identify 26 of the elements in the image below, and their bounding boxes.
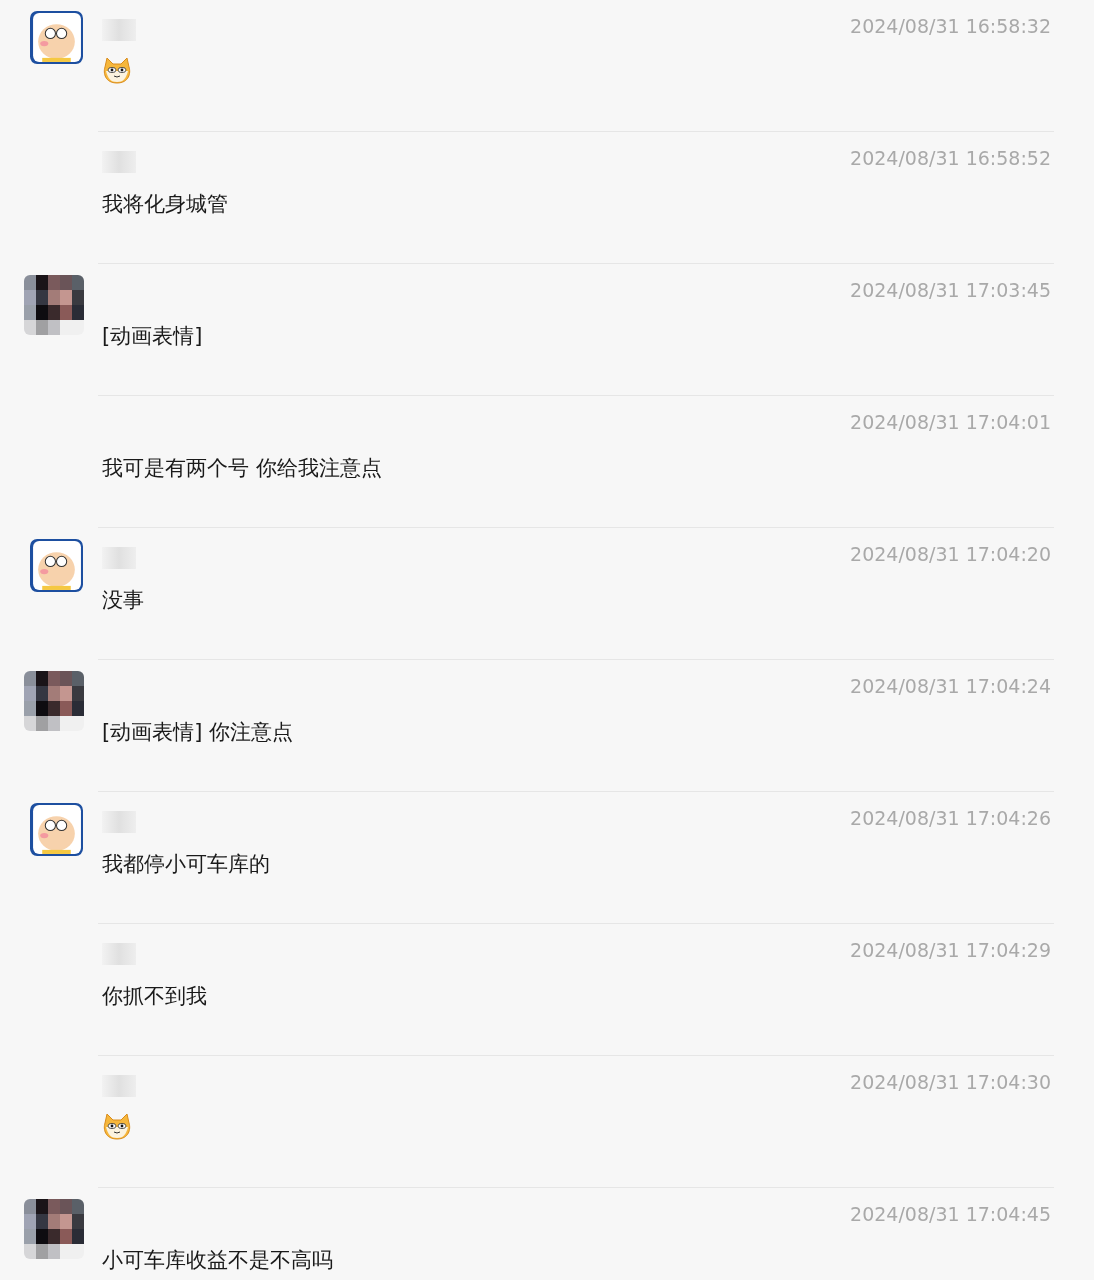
message-text: [动画表情]: [102, 324, 203, 348]
message-time: 2024/08/31 17:04:26: [850, 806, 1051, 831]
avatar-image[interactable]: [30, 803, 83, 856]
message-text: 我将化身城管: [102, 192, 228, 216]
message-text: 我可是有两个号 你给我注意点: [102, 456, 382, 480]
avatar-image[interactable]: [30, 539, 83, 592]
message-time: 2024/08/31 17:04:45: [850, 1202, 1051, 1227]
message-time: 2024/08/31 16:58:32: [850, 14, 1051, 39]
message-text: 小可车库收益不是不高吗: [102, 1248, 333, 1272]
message-time: 2024/08/31 17:04:20: [850, 542, 1051, 567]
message-text: [动画表情] 你注意点: [102, 720, 294, 744]
avatar-image[interactable]: [30, 11, 83, 64]
message-time: 2024/08/31 17:04:29: [850, 938, 1051, 963]
message-text: 我都停小可车库的: [102, 852, 270, 876]
cat-sticker-icon: [102, 57, 132, 85]
message-time: 2024/08/31 16:58:52: [850, 146, 1051, 171]
cat-sticker-icon: [102, 1113, 132, 1141]
pixelated-avatar[interactable]: [24, 275, 84, 335]
message-text: 你抓不到我: [102, 984, 207, 1008]
pixelated-avatar[interactable]: [24, 1199, 84, 1259]
message-time: 2024/08/31 17:04:01: [850, 410, 1051, 435]
message-time: 2024/08/31 17:04:24: [850, 674, 1051, 699]
message-text: 没事: [102, 588, 144, 612]
message-time: 2024/08/31 17:03:45: [850, 278, 1051, 303]
message-time: 2024/08/31 17:04:30: [850, 1070, 1051, 1095]
pixelated-avatar[interactable]: [24, 671, 84, 731]
